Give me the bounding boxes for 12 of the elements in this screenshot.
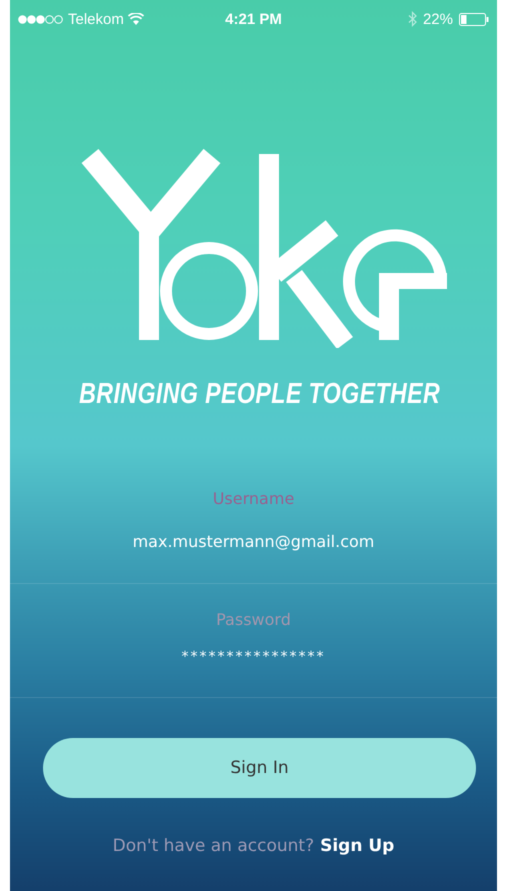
tagline: BRINGING PEOPLE TOGETHER — [78, 378, 440, 411]
signup-prompt: Don't have an account? — [112, 836, 314, 856]
sign-in-button[interactable]: Sign In — [43, 738, 476, 798]
carrier-name: Telekom — [68, 10, 124, 28]
signal-icon — [18, 14, 64, 24]
status-time: 4:21 PM — [224, 10, 283, 28]
bluetooth-icon — [408, 11, 417, 27]
password-field[interactable]: Password **************** — [10, 584, 497, 698]
wifi-icon — [128, 13, 144, 25]
sign-up-link[interactable]: Sign Up — [320, 836, 394, 856]
battery-icon — [459, 12, 489, 26]
battery-percent: 22% — [422, 10, 453, 28]
